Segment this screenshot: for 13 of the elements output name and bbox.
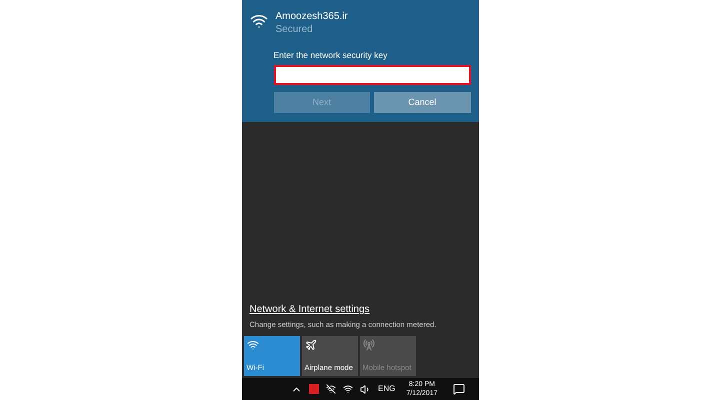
airplane-icon — [304, 339, 316, 351]
antenna-icon — [362, 339, 374, 351]
wifi-icon — [250, 12, 268, 30]
network-disconnected-icon[interactable] — [326, 384, 336, 394]
security-key-field[interactable] — [274, 65, 470, 85]
notifications-icon[interactable] — [452, 383, 464, 395]
network-settings-link[interactable]: Network & Internet settings — [250, 302, 476, 317]
language-indicator[interactable]: ENG — [378, 383, 396, 395]
key-label: Enter the network security key — [274, 50, 388, 61]
network-name: Amoozesh365.ir — [276, 10, 348, 23]
speaker-icon[interactable] — [360, 384, 371, 394]
network-status: Secured — [276, 23, 314, 36]
wifi-icon[interactable] — [343, 384, 353, 394]
